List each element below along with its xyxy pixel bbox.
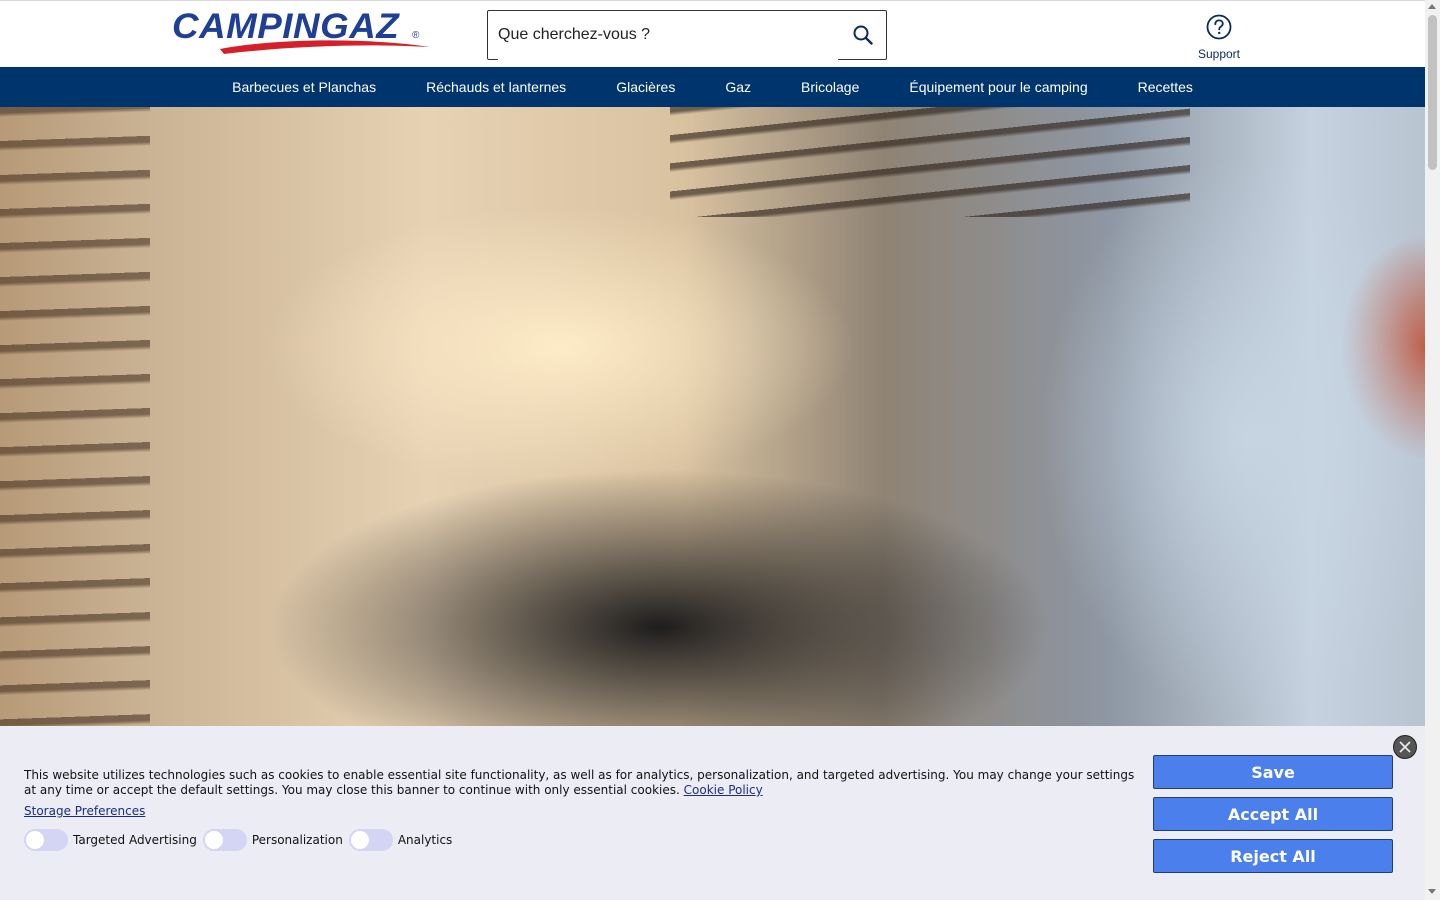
switch-knob xyxy=(350,831,369,849)
switch-knob xyxy=(26,831,44,849)
switch-knob xyxy=(204,831,223,849)
search-box xyxy=(487,10,887,60)
close-banner-button[interactable] xyxy=(1393,735,1417,759)
scrollbar-thumb[interactable] xyxy=(1428,15,1437,170)
hero-video[interactable] xyxy=(0,107,1425,727)
main-navigation: Barbecues et Planchas Réchauds et lanter… xyxy=(0,67,1425,107)
save-button[interactable]: Save xyxy=(1153,755,1393,789)
nav-item-glacieres[interactable]: Glacières xyxy=(616,79,675,95)
storage-preferences-link[interactable]: Storage Preferences xyxy=(24,804,145,818)
accept-all-button[interactable]: Accept All xyxy=(1153,797,1393,831)
page-scrollbar[interactable] xyxy=(1425,0,1440,900)
toggle-label: Targeted Advertising xyxy=(73,833,197,847)
question-circle-icon xyxy=(1206,14,1232,40)
reject-all-button[interactable]: Reject All xyxy=(1153,839,1393,873)
search-button[interactable] xyxy=(838,11,886,59)
toggle-label: Analytics xyxy=(397,833,453,847)
nav-item-gaz[interactable]: Gaz xyxy=(725,79,751,95)
toggle-personalization: Personalization xyxy=(202,829,343,851)
search-divider xyxy=(498,59,838,60)
search-icon xyxy=(853,25,873,45)
scroll-down-arrow-icon[interactable] xyxy=(1428,889,1436,894)
campingaz-logo[interactable]: CAMPINGAZ ® xyxy=(172,9,434,57)
analytics-switch[interactable] xyxy=(348,829,393,851)
toggle-analytics: Analytics xyxy=(348,829,453,851)
nav-item-recettes[interactable]: Recettes xyxy=(1138,79,1193,95)
toggle-label: Personalization xyxy=(251,833,343,847)
logo-swoosh-icon xyxy=(220,40,430,54)
support-link[interactable]: Support xyxy=(1190,14,1248,61)
nav-item-rechauds[interactable]: Réchauds et lanternes xyxy=(426,79,566,95)
cookie-policy-link[interactable]: Cookie Policy xyxy=(684,783,763,797)
nav-item-barbecues[interactable]: Barbecues et Planchas xyxy=(232,79,376,95)
cookie-banner: This website utilizes technologies such … xyxy=(0,726,1425,900)
cookie-description-text: This website utilizes technologies such … xyxy=(24,768,1135,797)
consent-toggles: Targeted Advertising Personalization Ana… xyxy=(24,829,458,851)
support-label: Support xyxy=(1197,47,1241,61)
scroll-up-arrow-icon[interactable] xyxy=(1428,4,1436,9)
targeted-advertising-switch[interactable] xyxy=(24,829,68,851)
cookie-description: This website utilizes technologies such … xyxy=(24,768,1139,798)
toggle-targeted-advertising: Targeted Advertising xyxy=(24,829,197,851)
nav-item-equipement[interactable]: Équipement pour le camping xyxy=(909,79,1087,95)
nav-item-bricolage[interactable]: Bricolage xyxy=(801,79,859,95)
search-input[interactable] xyxy=(488,11,838,59)
personalization-switch[interactable] xyxy=(202,829,247,851)
close-icon xyxy=(1399,741,1411,753)
site-header: CAMPINGAZ ® Support xyxy=(0,0,1425,67)
